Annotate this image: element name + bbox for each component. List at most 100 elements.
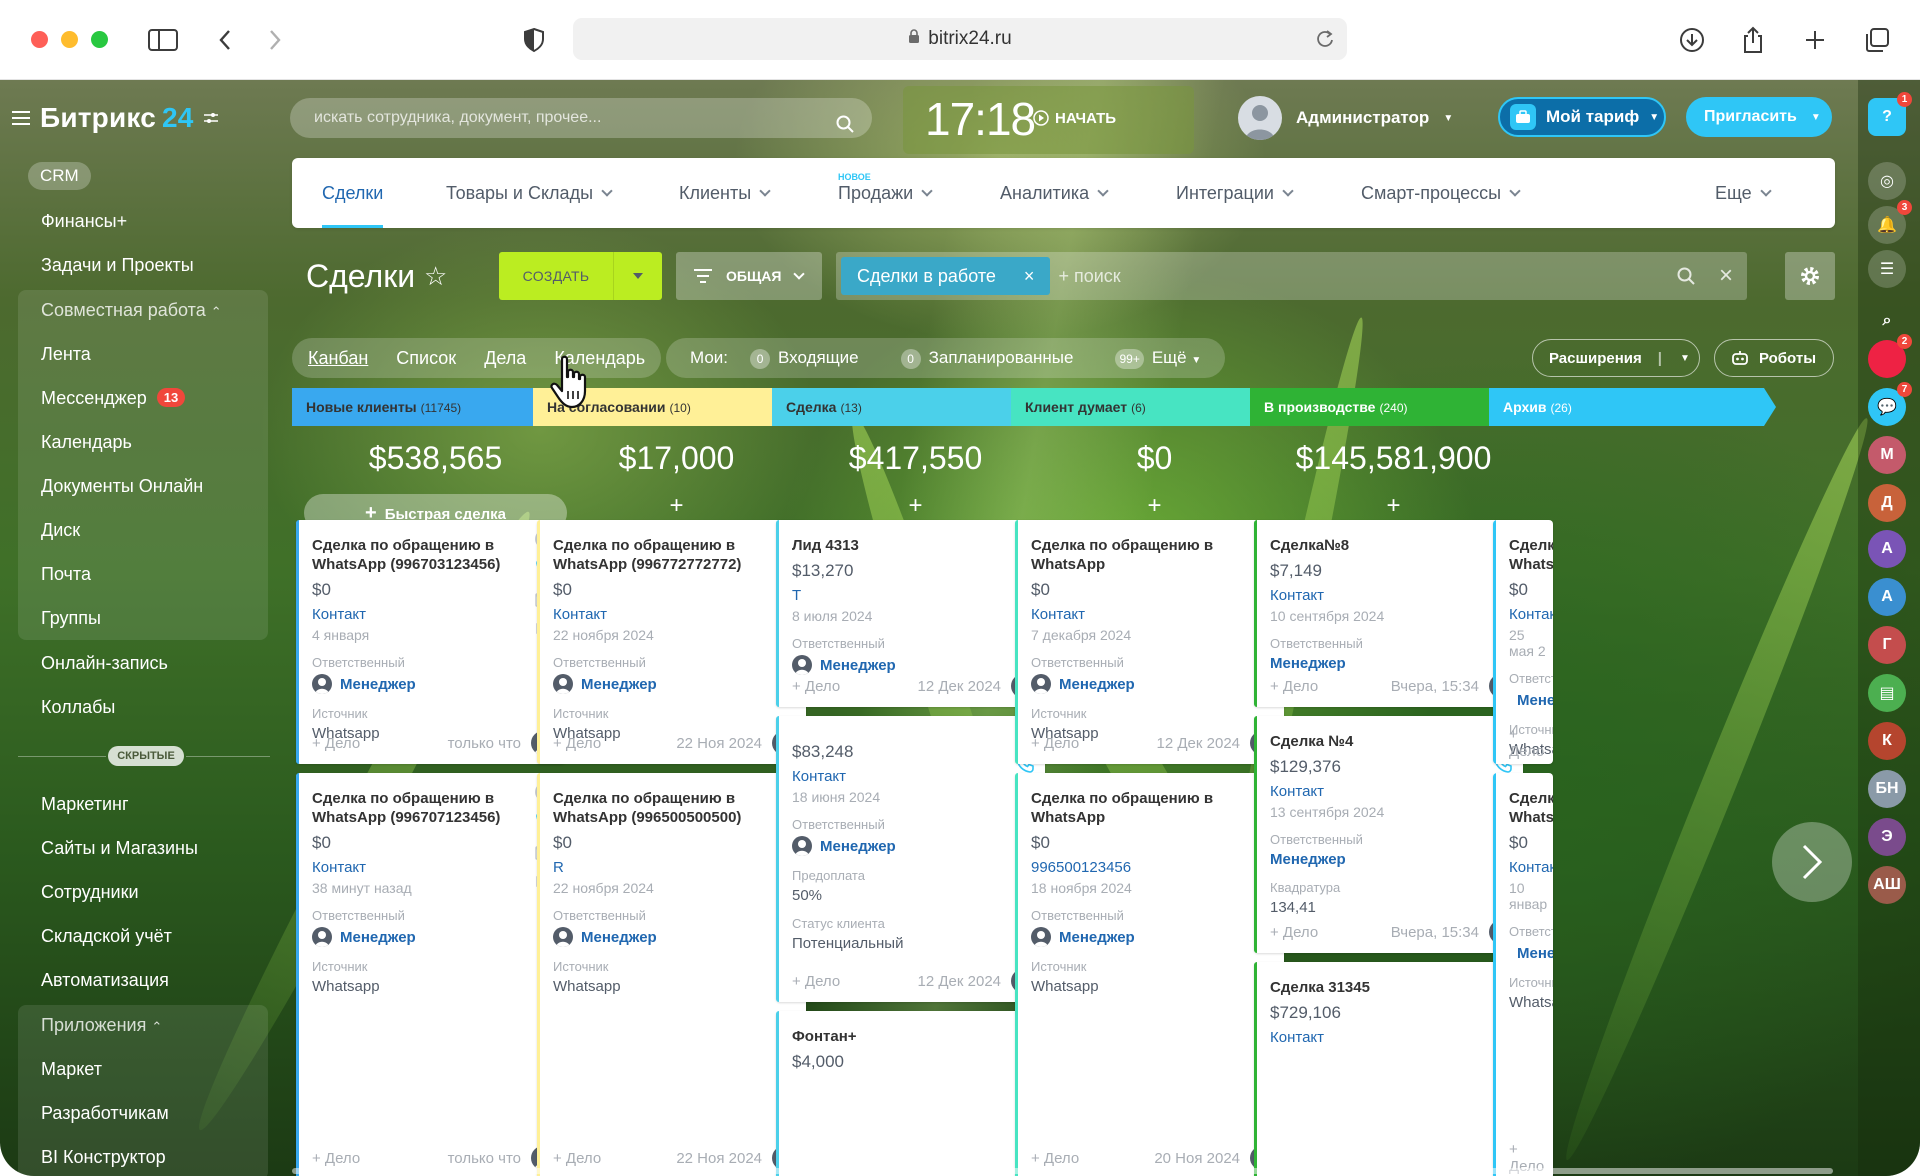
deal-card[interactable]: Сделка по обращению в WhatsApp $0 Контакт 1…: [1493, 773, 1553, 1176]
hidden-items-toggle[interactable]: СКРЫТЫЕ: [108, 746, 184, 766]
view-kanban[interactable]: Канбан: [308, 348, 368, 369]
deal-title[interactable]: Сделка по обращению в WhatsApp: [1509, 789, 1553, 827]
deal-card[interactable]: Сделка по обращению в WhatsApp $0 Контакт 2…: [1493, 520, 1553, 764]
forward-icon[interactable]: [255, 20, 295, 60]
deal-title[interactable]: Сделка по обращению в WhatsApp: [1509, 536, 1553, 574]
deal-card[interactable]: Сделка по обращению в WhatsApp $0 Контакт 7…: [1015, 520, 1284, 764]
deal-title[interactable]: Сделка по обращению в WhatsApp (99650050…: [553, 789, 753, 827]
add-activity-button[interactable]: + Дело: [312, 735, 360, 752]
add-activity-button[interactable]: + Дело: [1270, 678, 1318, 695]
sidebar-group-apps-toggle[interactable]: Приложения ⌃: [41, 1015, 162, 1036]
responsible-manager[interactable]: Менеджер: [312, 674, 565, 694]
deal-card[interactable]: $83,248 Контакт 18 июня 2024 Ответственный М…: [776, 716, 1045, 1002]
robots-button[interactable]: Роботы: [1714, 339, 1834, 377]
sidebar-item-warehouse[interactable]: Складской учёт: [41, 926, 172, 947]
deal-card[interactable]: Сделка по обращению в WhatsApp (99670712…: [296, 773, 565, 1176]
add-activity-button[interactable]: + Дело: [553, 1150, 601, 1167]
general-filter-button[interactable]: ОБЩАЯ: [676, 252, 822, 300]
chat-avatar[interactable]: Д: [1868, 484, 1906, 522]
shield-icon[interactable]: [514, 20, 554, 60]
deal-contact-link[interactable]: Контакт: [1509, 606, 1553, 623]
add-activity-button[interactable]: + Дело: [1270, 924, 1318, 941]
deal-card[interactable]: Сделка по обращению в WhatsApp (99670312…: [296, 520, 565, 764]
deal-contact-link[interactable]: Т: [792, 587, 1045, 604]
sheet-icon[interactable]: ▤: [1868, 674, 1906, 712]
sidebar-item-automation[interactable]: Автоматизация: [41, 970, 169, 991]
tab-sales[interactable]: Продажи: [838, 158, 933, 228]
logo[interactable]: Битрикс 24: [12, 102, 218, 134]
responsible-manager[interactable]: Менеджер: [1031, 927, 1284, 947]
responsible-manager[interactable]: Менеджер: [1031, 674, 1284, 694]
deal-title[interactable]: Сделка по обращению в WhatsApp: [1031, 536, 1231, 574]
chat-avatar[interactable]: М: [1868, 436, 1906, 474]
scroll-right-button[interactable]: [1772, 822, 1852, 902]
responsible-manager[interactable]: Менеджер: [553, 674, 806, 694]
view-list[interactable]: Список: [396, 348, 456, 369]
add-activity-button[interactable]: + Дело: [792, 678, 840, 695]
horizontal-scrollbar[interactable]: [292, 1168, 1833, 1174]
user-menu[interactable]: Администратор ▼: [1238, 96, 1453, 140]
chat-avatar[interactable]: БН: [1868, 770, 1906, 808]
add-activity-button[interactable]: + Дело: [792, 973, 840, 990]
tab-integrations[interactable]: Интеграции: [1176, 158, 1294, 228]
invite-button[interactable]: Пригласить ▼: [1686, 97, 1832, 137]
zoom-window-button[interactable]: [91, 31, 108, 48]
reload-icon[interactable]: [1315, 29, 1335, 55]
target-icon[interactable]: ◎: [1868, 162, 1906, 200]
open-lines-icon[interactable]: 💬 7: [1868, 382, 1912, 426]
menu-icon[interactable]: [12, 111, 30, 125]
star-icon[interactable]: ☆: [424, 261, 447, 291]
deal-title[interactable]: Сделка№8: [1270, 536, 1470, 555]
deal-card[interactable]: Сделка №4 $129,376 Контакт 13 сентября 2024…: [1254, 716, 1523, 953]
sidebar-item-docs[interactable]: Документы Онлайн: [41, 476, 203, 497]
sidebar-item-sites[interactable]: Сайты и Магазины: [41, 838, 198, 859]
deal-title[interactable]: Сделка №4: [1270, 732, 1470, 751]
chat-avatar[interactable]: А: [1868, 578, 1906, 616]
view-activities[interactable]: Дела: [484, 348, 526, 369]
sidebar-item-booking[interactable]: Онлайн-запись: [41, 653, 168, 674]
responsible-manager[interactable]: Менеджер: [553, 927, 806, 947]
deal-contact-link[interactable]: Контакт: [312, 606, 565, 623]
deal-contact-link[interactable]: Контакт: [312, 859, 565, 876]
deal-card[interactable]: Сделка№8 $7,149 Контакт 10 сентября 2024 Отв…: [1254, 520, 1523, 707]
deal-contact-link[interactable]: Контакт: [1031, 606, 1284, 623]
deal-contact-link[interactable]: 996500123456: [1031, 859, 1284, 876]
new-tab-icon[interactable]: [1795, 20, 1835, 60]
worktime-widget[interactable]: 17:18 НАЧАТЬ: [903, 86, 1194, 154]
deal-card[interactable]: Сделка по обращению в WhatsApp (99677277…: [537, 520, 806, 764]
responsible-manager[interactable]: Менеджер: [1509, 943, 1553, 963]
sidebar-item-marketing[interactable]: Маркетинг: [41, 794, 129, 815]
settings-sliders-icon[interactable]: [203, 111, 218, 125]
add-activity-button[interactable]: + Дело: [553, 735, 601, 752]
close-window-button[interactable]: [31, 31, 48, 48]
deal-title[interactable]: Сделка по обращению в WhatsApp (99677277…: [553, 536, 753, 574]
responsible-manager[interactable]: Менеджер: [792, 655, 1045, 675]
bell-icon[interactable]: 🔔 3: [1868, 200, 1912, 244]
responsible-manager[interactable]: Менеджер: [1509, 690, 1553, 710]
deal-contact-link[interactable]: Контакт: [553, 606, 806, 623]
deal-card[interactable]: Сделка по обращению в WhatsApp $0 99650012…: [1015, 773, 1284, 1176]
back-icon[interactable]: [205, 20, 245, 60]
sidebar-item-mail[interactable]: Почта: [41, 564, 91, 585]
responsible-manager[interactable]: Менеджер: [1270, 655, 1523, 672]
sidebar-item-market[interactable]: Маркет: [41, 1059, 102, 1080]
filter-search-input[interactable]: + поиск: [1058, 266, 1120, 287]
chevron-down-icon[interactable]: ▼: [1680, 353, 1690, 364]
filter-chip[interactable]: Сделки в работе ×: [841, 257, 1051, 295]
minimize-window-button[interactable]: [61, 31, 78, 48]
clear-icon[interactable]: ×: [1719, 262, 1733, 290]
address-bar[interactable]: bitrix24.ru: [573, 18, 1347, 60]
deal-card[interactable]: Фонтан+$4,0000: [776, 1011, 1045, 1176]
sidebar-item-crm[interactable]: CRM: [28, 162, 91, 190]
deal-contact-link[interactable]: R: [553, 859, 806, 876]
chat-avatar[interactable]: Г: [1868, 626, 1906, 664]
deal-contact-link[interactable]: Контакт: [1270, 1029, 1523, 1046]
chat-avatar[interactable]: К: [1868, 722, 1906, 760]
deal-title[interactable]: Сделка 31345: [1270, 978, 1470, 997]
tab-deals[interactable]: Сделки: [322, 158, 384, 228]
deal-title[interactable]: Сделка по обращению в WhatsApp (99670712…: [312, 789, 512, 827]
deal-contact-link[interactable]: Контакт: [1270, 783, 1523, 800]
add-activity-button[interactable]: + Дело: [312, 1150, 360, 1167]
filter-search[interactable]: Сделки в работе × + поиск ×: [836, 252, 1747, 300]
sidebar-item-developers[interactable]: Разработчикам: [41, 1103, 169, 1124]
